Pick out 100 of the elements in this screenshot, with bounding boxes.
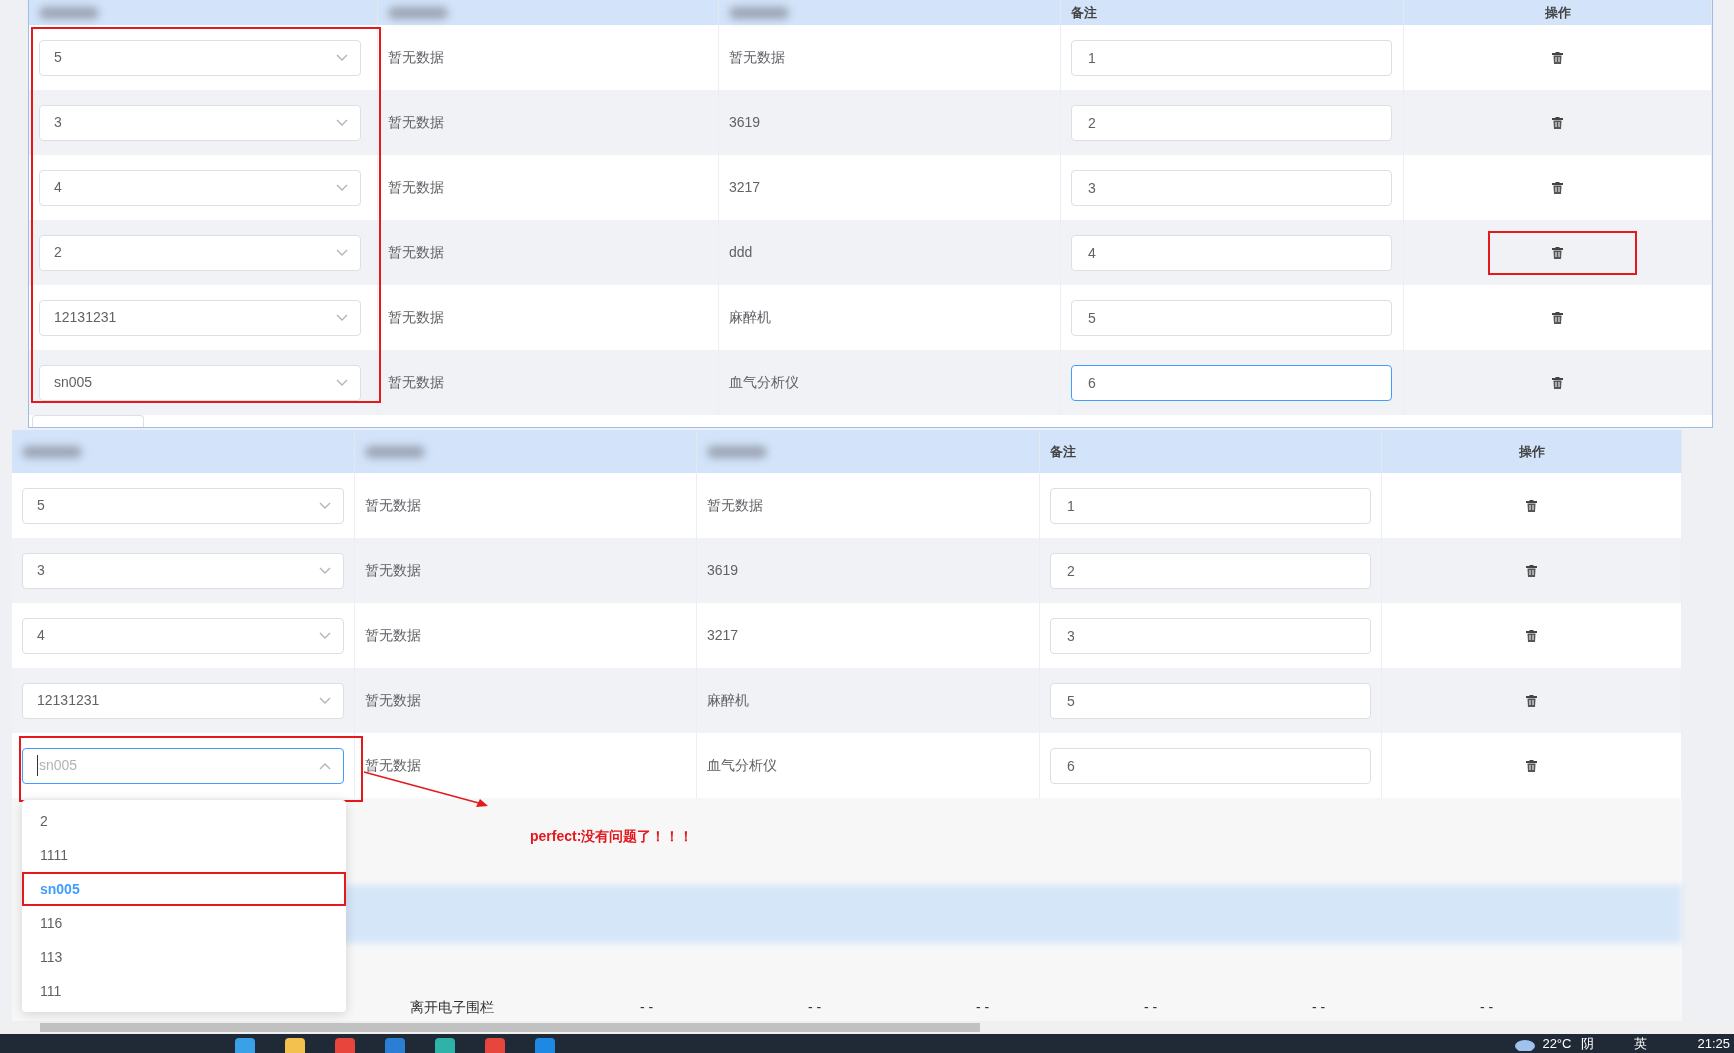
select-field[interactable]: 5 [22, 487, 344, 524]
select-field[interactable]: 12131231 [39, 299, 361, 336]
table-cell-text: - - [808, 997, 823, 1017]
chevron-icon [319, 566, 331, 575]
table-cell-text: - - [976, 997, 991, 1017]
table-cell-text: - - [1480, 997, 1495, 1017]
table-cell-text: 暂无数据 [365, 691, 421, 710]
trash-icon [1526, 695, 1537, 708]
select-field[interactable]: 12131231 [22, 682, 344, 719]
table-cell-text: 暂无数据 [388, 178, 444, 197]
dropdown-option[interactable]: 113 [22, 940, 346, 974]
table-cell-text: - - [1144, 997, 1159, 1017]
trash-icon [1526, 630, 1537, 643]
trash-icon [1552, 52, 1563, 65]
select-field[interactable]: 4 [22, 617, 344, 654]
remark-field[interactable]: 4 [1071, 234, 1392, 271]
remark-field[interactable]: 2 [1050, 552, 1371, 589]
blurred-text [729, 6, 789, 19]
select-field[interactable]: 5 [39, 39, 361, 76]
trash-icon [1552, 377, 1563, 390]
table-cell-text: 暂无数据 [729, 48, 785, 67]
column-header: 操作 [1518, 442, 1545, 461]
table-cell-text: 暂无数据 [388, 308, 444, 327]
table-cell-text: 暂无数据 [365, 626, 421, 645]
select-field[interactable]: 3 [22, 552, 344, 589]
table-cell-text: 暂无数据 [388, 373, 444, 392]
remark-field[interactable]: 5 [1050, 682, 1371, 719]
trash-icon [1526, 500, 1537, 513]
remark-field[interactable]: 3 [1071, 169, 1392, 206]
table-cell-text: ddd [729, 243, 753, 262]
blurred-text [365, 445, 425, 458]
table-cell-text: 暂无数据 [388, 48, 444, 67]
column-header: 备注 [1050, 442, 1076, 461]
blurred-text [22, 445, 82, 458]
clock-text: 21:25 [1697, 1034, 1730, 1053]
trash-icon [1526, 760, 1537, 773]
table-cell-text: - - [640, 997, 655, 1017]
remark-field[interactable]: 6 [1071, 364, 1392, 401]
table-cell-text: 血气分析仪 [707, 756, 777, 775]
annotation-text: perfect:没有问题了！！！ [530, 827, 694, 846]
chevron-icon [336, 53, 348, 62]
taskbar-app-icon[interactable] [485, 1037, 505, 1053]
taskbar-app-icon[interactable] [435, 1037, 455, 1053]
chevron-icon [319, 501, 331, 510]
blurred-text [39, 6, 99, 19]
table-cell-text: 3217 [729, 178, 761, 197]
chevron-icon [319, 631, 331, 640]
trash-icon [1552, 247, 1563, 260]
remark-field[interactable]: 2 [1071, 104, 1392, 141]
table-cell-text: 离开电子围栏 [410, 997, 495, 1017]
trash-icon [1552, 117, 1563, 130]
table-cell-text: 暂无数据 [365, 561, 421, 580]
select-field[interactable]: 4 [39, 169, 361, 206]
table-cell-text: 麻醉机 [707, 691, 749, 710]
dropdown-option[interactable]: 116 [22, 906, 346, 940]
chevron-icon [336, 313, 348, 322]
trash-icon [1552, 312, 1563, 325]
table-cell-text: 3619 [707, 561, 739, 580]
trash-icon [1526, 565, 1537, 578]
chevron-icon [319, 761, 331, 770]
trash-icon [1552, 182, 1563, 195]
chevron-icon [336, 378, 348, 387]
table-cell-text: - - [1312, 997, 1327, 1017]
chevron-icon [336, 118, 348, 127]
table-cell-text: 暂无数据 [388, 113, 444, 132]
weather-text: 22°C [1542, 1034, 1572, 1053]
dropdown-option[interactable]: 1111 [22, 838, 346, 872]
taskbar-app-icon[interactable] [385, 1037, 405, 1053]
chevron-icon [336, 183, 348, 192]
remark-field[interactable]: 1 [1050, 487, 1371, 524]
table-cell-text: 麻醉机 [729, 308, 771, 327]
taskbar-app-icon[interactable] [535, 1037, 555, 1053]
table-cell-text: 暂无数据 [388, 243, 444, 262]
taskbar-app-icon[interactable] [335, 1037, 355, 1053]
chevron-icon [336, 248, 348, 257]
remark-field[interactable]: 1 [1071, 39, 1392, 76]
table-cell-text: 暂无数据 [365, 496, 421, 515]
dropdown-option[interactable]: 2 [22, 804, 346, 838]
input-method-text[interactable]: 英 [1634, 1034, 1648, 1053]
remark-field[interactable]: 3 [1050, 617, 1371, 654]
chevron-icon [319, 696, 331, 705]
column-header: 操作 [1544, 3, 1571, 22]
scrollbar-thumb[interactable] [40, 1023, 980, 1032]
remark-field[interactable]: 5 [1071, 299, 1392, 336]
table-cell-text: 暂无数据 [365, 756, 421, 775]
blurred-text [388, 6, 448, 19]
column-header: 备注 [1071, 3, 1097, 22]
weather-text: 阴 [1581, 1034, 1595, 1053]
remark-field[interactable]: 6 [1050, 747, 1371, 784]
blurred-text [707, 445, 767, 458]
table-cell-text: 3619 [729, 113, 761, 132]
select-field[interactable]: 3 [39, 104, 361, 141]
table-cell-text: 血气分析仪 [729, 373, 799, 392]
dropdown-option[interactable]: 111 [22, 974, 346, 1008]
select-field[interactable]: sn005 [39, 364, 361, 401]
taskbar-app-icon[interactable] [285, 1037, 305, 1053]
table-cell-text: 暂无数据 [707, 496, 763, 515]
select-field[interactable]: 2 [39, 234, 361, 271]
taskbar-app-icon[interactable] [235, 1037, 255, 1053]
table-cell-text: 3217 [707, 626, 739, 645]
